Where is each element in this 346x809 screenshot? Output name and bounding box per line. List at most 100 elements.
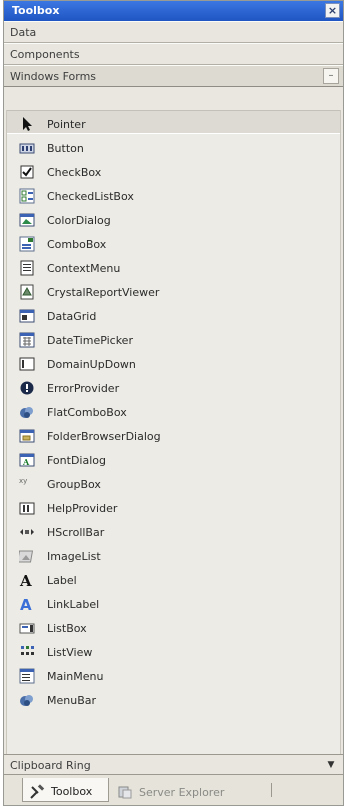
item-label: Button bbox=[47, 141, 84, 155]
listbox-icon bbox=[19, 620, 35, 636]
svg-text:A: A bbox=[20, 596, 32, 612]
toolbox-item-contextmenu[interactable]: ContextMenu bbox=[7, 254, 340, 278]
listview-icon bbox=[19, 644, 35, 660]
crystalreportviewer-icon bbox=[19, 284, 35, 300]
label-icon: A bbox=[19, 572, 35, 590]
toolbox-item-checkbox[interactable]: CheckBox bbox=[7, 158, 340, 182]
server-icon bbox=[117, 784, 133, 800]
item-label: HelpProvider bbox=[47, 501, 118, 515]
toolbox-item-mainmenu[interactable]: MainMenu bbox=[7, 662, 340, 686]
scroll-down-icon[interactable]: ▼ bbox=[323, 758, 339, 773]
item-label: ListView bbox=[47, 645, 93, 659]
toolbox-item-listview[interactable]: ListView bbox=[7, 638, 340, 662]
toolbox-window: Toolbox × Data Components Windows Forms … bbox=[3, 0, 344, 806]
toolbox-item-flatcombobox[interactable]: FlatComboBox bbox=[7, 398, 340, 422]
item-label: DomainUpDown bbox=[47, 357, 136, 371]
checkbox-icon bbox=[19, 164, 35, 180]
toolbox-titlebar: Toolbox × bbox=[4, 1, 343, 21]
item-label: MenuBar bbox=[47, 693, 97, 707]
tab-server-explorer[interactable]: Server Explorer bbox=[111, 778, 271, 802]
toolbox-item-datagrid[interactable]: DataGrid bbox=[7, 302, 340, 326]
toolbox-item-imagelist[interactable]: ImageList bbox=[7, 542, 340, 566]
item-label: DataGrid bbox=[47, 309, 97, 323]
svg-text:A: A bbox=[22, 457, 30, 467]
item-label: ColorDialog bbox=[47, 213, 111, 227]
toolbox-item-errorprovider[interactable]: ErrorProvider bbox=[7, 374, 340, 398]
item-label: FontDialog bbox=[47, 453, 106, 467]
flatcombobox-icon bbox=[19, 404, 35, 420]
item-label: HScrollBar bbox=[47, 525, 105, 539]
helpprovider-icon bbox=[19, 500, 35, 516]
toolbox-item-groupbox[interactable]: xy GroupBox bbox=[7, 470, 340, 494]
groupbox-icon: xy bbox=[19, 476, 35, 492]
item-label: Label bbox=[47, 573, 77, 587]
menubar-icon bbox=[19, 692, 35, 708]
toolbox-item-fontdialog[interactable]: A FontDialog bbox=[7, 446, 340, 470]
toolbox-item-crystalreportviewer[interactable]: CrystalReportViewer bbox=[7, 278, 340, 302]
hscrollbar-icon bbox=[19, 524, 35, 540]
item-label: FlatComboBox bbox=[47, 405, 127, 419]
toolbox-item-list: Pointer Button CheckBox CheckedListBox C bbox=[6, 110, 341, 754]
toolbox-item-menubar[interactable]: MenuBar bbox=[7, 686, 340, 710]
toolbox-item-button[interactable]: Button bbox=[7, 134, 340, 158]
toolbox-item-colordialog[interactable]: ColorDialog bbox=[7, 206, 340, 230]
toolbox-item-pointer[interactable]: Pointer bbox=[7, 110, 340, 134]
item-label: CrystalReportViewer bbox=[47, 285, 160, 299]
item-label: Pointer bbox=[47, 117, 86, 131]
item-label: MainMenu bbox=[47, 669, 104, 683]
item-label: ListBox bbox=[47, 621, 87, 635]
errorprovider-icon bbox=[19, 380, 35, 396]
tab-toolbox[interactable]: Toolbox bbox=[22, 778, 109, 802]
button-icon bbox=[19, 140, 35, 156]
pointer-icon bbox=[19, 116, 35, 132]
folderbrowserdialog-icon bbox=[19, 428, 35, 444]
linklabel-icon: A bbox=[19, 596, 35, 614]
svg-text:A: A bbox=[19, 572, 32, 588]
item-label: ContextMenu bbox=[47, 261, 121, 275]
domainupdown-icon bbox=[19, 356, 35, 372]
toolbox-item-domainupdown[interactable]: DomainUpDown bbox=[7, 350, 340, 374]
checkedlistbox-icon bbox=[19, 188, 35, 204]
datetimepicker-icon bbox=[19, 332, 35, 348]
hammer-icon bbox=[29, 783, 45, 800]
section-components[interactable]: Components bbox=[4, 43, 343, 65]
imagelist-icon bbox=[16, 548, 35, 564]
bottom-tab-strip: Toolbox Server Explorer bbox=[4, 774, 343, 805]
item-label: ComboBox bbox=[47, 237, 107, 251]
close-icon[interactable]: × bbox=[325, 3, 340, 18]
colordialog-icon bbox=[19, 212, 35, 228]
combobox-icon bbox=[19, 236, 35, 252]
svg-text:xy: xy bbox=[19, 477, 27, 485]
toolbox-item-checkedlistbox[interactable]: CheckedListBox bbox=[7, 182, 340, 206]
tab-label: Server Explorer bbox=[139, 785, 225, 799]
section-label: Data bbox=[10, 26, 37, 39]
toolbox-item-hscrollbar[interactable]: HScrollBar bbox=[7, 518, 340, 542]
tab-separator bbox=[271, 783, 272, 797]
section-data[interactable]: Data bbox=[4, 21, 343, 43]
toolbox-item-helpprovider[interactable]: HelpProvider bbox=[7, 494, 340, 518]
item-label: CheckBox bbox=[47, 165, 102, 179]
toolbox-item-datetimepicker[interactable]: DateTimePicker bbox=[7, 326, 340, 350]
item-label: LinkLabel bbox=[47, 597, 100, 611]
section-clipboard-ring[interactable]: Clipboard Ring ▼ bbox=[4, 754, 343, 776]
item-label: CheckedListBox bbox=[47, 189, 134, 203]
section-label: Windows Forms bbox=[10, 70, 97, 83]
toolbox-item-linklabel[interactable]: A LinkLabel bbox=[7, 590, 340, 614]
datagrid-icon bbox=[19, 308, 35, 324]
section-label: Components bbox=[10, 48, 80, 61]
item-label: ImageList bbox=[47, 549, 101, 563]
toolbox-item-combobox[interactable]: ComboBox bbox=[7, 230, 340, 254]
section-label: Clipboard Ring bbox=[10, 759, 91, 772]
item-label: FolderBrowserDialog bbox=[47, 429, 161, 443]
toolbox-item-folderbrowserdialog[interactable]: FolderBrowserDialog bbox=[7, 422, 340, 446]
fontdialog-icon: A bbox=[19, 452, 35, 468]
contextmenu-icon bbox=[19, 260, 35, 276]
item-label: GroupBox bbox=[47, 477, 101, 491]
item-label: DateTimePicker bbox=[47, 333, 133, 347]
toolbox-item-listbox[interactable]: ListBox bbox=[7, 614, 340, 638]
section-windows-forms[interactable]: Windows Forms – bbox=[4, 65, 343, 87]
item-label: ErrorProvider bbox=[47, 381, 120, 395]
toolbox-item-label[interactable]: A Label bbox=[7, 566, 340, 590]
collapse-icon[interactable]: – bbox=[323, 68, 339, 84]
window-title: Toolbox bbox=[12, 4, 60, 17]
